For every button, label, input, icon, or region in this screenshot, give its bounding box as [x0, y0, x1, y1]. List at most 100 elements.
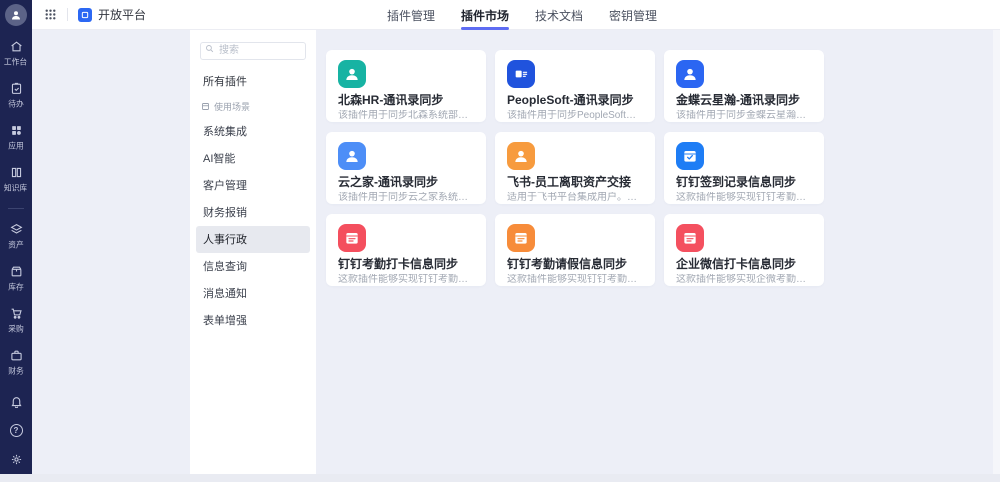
category-item-hr-admin[interactable]: 人事行政 [196, 225, 310, 253]
plugin-icon [676, 142, 704, 170]
briefcase-icon [10, 350, 22, 361]
plugin-desc: 该插件用于同步PeopleSoft通讯录信息、部门 [507, 110, 643, 121]
tab-plugin-market[interactable]: 插件市场 [461, 0, 510, 30]
plugin-desc: 这款插件能够实现钉钉考勤系统中签到数据 [676, 192, 812, 203]
plugin-icon [338, 142, 366, 170]
rail-item-purchase[interactable]: 采购 [0, 307, 32, 335]
rail-item-finance[interactable]: 财务 [0, 349, 32, 377]
category-section-label: 使用场景 [214, 102, 251, 112]
scene-icon [202, 103, 209, 110]
left-nav-rail: 工作台 待办 应用 知识库 资产 库存 采购 财务 ? [0, 0, 32, 474]
plugin-desc: 这款插件能够实现钉钉考勤系统中的打卡数据 [338, 274, 474, 285]
category-item-crm[interactable]: 客户管理 [196, 172, 310, 199]
topbar: 开放平台 插件管理 插件市场 技术文档 密钥管理 [32, 0, 1000, 30]
waffle-menu-icon[interactable] [44, 8, 57, 21]
calendar-icon [346, 233, 358, 244]
tab-tech-docs[interactable]: 技术文档 [535, 0, 583, 30]
category-item-system-integration[interactable]: 系统集成 [196, 118, 310, 145]
plugin-title: 云之家-通讯录同步 [338, 175, 438, 189]
plugin-icon [676, 224, 704, 252]
plugin-title: 北森HR-通讯录同步 [338, 93, 444, 107]
plugin-icon [338, 60, 366, 88]
peoplesoft-logo-icon [515, 70, 528, 78]
plugin-icon [338, 224, 366, 252]
rail-item-inventory[interactable]: 库存 [0, 265, 32, 293]
calendar-check-icon [684, 151, 696, 162]
plugin-desc: 该插件用于同步北森系统部门信息、人员信息 [338, 110, 474, 121]
calendar-icon [515, 233, 527, 244]
top-tabs: 插件管理 插件市场 技术文档 密钥管理 [387, 0, 657, 30]
plugin-card-beisen-hr[interactable]: 北森HR-通讯录同步 该插件用于同步北森系统部门信息、人员信息 [326, 50, 486, 122]
category-item-ai[interactable]: AI智能 [196, 145, 310, 172]
plugin-desc: 该插件用于同步云之家系统部门信息、人员 [338, 192, 474, 203]
category-item-notification[interactable]: 消息通知 [196, 280, 310, 307]
help-icon[interactable]: ? [9, 424, 23, 437]
plugin-card-yunzhijia[interactable]: 云之家-通讯录同步 该插件用于同步云之家系统部门信息、人员 [326, 132, 486, 204]
plugin-card-kingdee[interactable]: 金蝶云星瀚-通讯录同步 该插件用于同步金蝶云星瀚部门信息、人员 [664, 50, 824, 122]
contacts-person-icon [684, 68, 696, 80]
rail-item-label: 财务 [8, 366, 24, 376]
user-avatar[interactable] [5, 4, 27, 26]
plugin-desc: 这款插件能够实现企微考勤系统中的打卡数据 [676, 274, 812, 285]
plugin-card-feishu-asset[interactable]: 飞书-员工离职资产交接 适用于飞书平台集成用户。当有员工在飞书 [495, 132, 655, 204]
plugin-desc: 该插件用于同步金蝶云星瀚部门信息、人员 [676, 110, 812, 121]
plugin-icon [507, 224, 535, 252]
apps-grid-icon [11, 126, 21, 135]
search-input[interactable] [200, 41, 306, 60]
bell-icon[interactable] [10, 395, 23, 408]
rail-divider [8, 208, 24, 209]
person-icon [12, 11, 20, 20]
category-all-plugins[interactable]: 所有插件 [190, 68, 316, 94]
plugin-card-dingtalk-punch[interactable]: 钉钉考勤打卡信息同步 这款插件能够实现钉钉考勤系统中的打卡数据 [326, 214, 486, 286]
category-item-info-query[interactable]: 信息查询 [196, 253, 310, 280]
rail-item-workbench[interactable]: 工作台 [0, 40, 32, 68]
vertical-scrollbar[interactable] [993, 30, 1000, 474]
open-platform-logo-icon [78, 7, 92, 22]
plugin-card-wecom-punch[interactable]: 企业微信打卡信息同步 这款插件能够实现企微考勤系统中的打卡数据 [664, 214, 824, 286]
rail-item-knowledge[interactable]: 知识库 [0, 166, 32, 194]
category-item-finance[interactable]: 财务报销 [196, 199, 310, 226]
contacts-person-icon [515, 150, 527, 162]
rail-item-label: 工作台 [4, 57, 28, 67]
rail-item-todo[interactable]: 待办 [0, 82, 32, 110]
rail-item-label: 资产 [8, 240, 24, 250]
home-icon [10, 41, 22, 52]
plugin-title: 钉钉考勤请假信息同步 [507, 257, 628, 271]
rail-item-label: 知识库 [4, 183, 28, 193]
rail-item-label: 待办 [8, 99, 24, 109]
gear-icon[interactable] [10, 453, 23, 466]
rail-item-assets[interactable]: 资产 [0, 223, 32, 251]
rail-item-label: 采购 [8, 324, 24, 334]
plugin-card-dingtalk-checkin[interactable]: 钉钉签到记录信息同步 这款插件能够实现钉钉考勤系统中签到数据 [664, 132, 824, 204]
rail-item-apps[interactable]: 应用 [0, 124, 32, 152]
plugin-card-peoplesoft[interactable]: PeopleSoft-通讯录同步 该插件用于同步PeopleSoft通讯录信息、… [495, 50, 655, 122]
plugin-icon [676, 60, 704, 88]
plugin-desc: 这款插件能够实现钉钉考勤系统中的请假数据 [507, 274, 643, 285]
plugin-title: 飞书-员工离职资产交接 [507, 175, 631, 189]
main-content: 所有插件 使用场景 系统集成 AI智能 客户管理 财务报销 人事行政 信息查询 … [32, 30, 1000, 474]
tab-key-management[interactable]: 密钥管理 [609, 0, 657, 30]
plugin-card-dingtalk-leave[interactable]: 钉钉考勤请假信息同步 这款插件能够实现钉钉考勤系统中的请假数据 [495, 214, 655, 286]
plugin-icon [507, 60, 535, 88]
rail-item-label: 应用 [8, 141, 24, 151]
plugin-title: 金蝶云星瀚-通讯录同步 [676, 93, 800, 107]
cart-icon [11, 308, 22, 319]
layers-icon [10, 224, 22, 234]
logo-glyph [81, 11, 89, 18]
plugin-card-grid: 北森HR-通讯录同步 该插件用于同步北森系统部门信息、人员信息 PeopleSo… [326, 50, 824, 286]
category-item-form-enhance[interactable]: 表单增强 [196, 307, 310, 334]
book-icon [11, 167, 21, 178]
tab-plugin-management[interactable]: 插件管理 [387, 0, 435, 30]
search-icon [206, 45, 214, 53]
rail-bottom-icons: ? [0, 395, 32, 466]
category-section-header: 使用场景 [190, 96, 316, 118]
calendar-icon [684, 233, 696, 244]
plugin-title: 钉钉签到记录信息同步 [676, 175, 797, 189]
plugin-icon [507, 142, 535, 170]
plugin-title: 企业微信打卡信息同步 [676, 257, 797, 271]
rail-item-label: 库存 [8, 282, 24, 292]
plugin-title: 钉钉考勤打卡信息同步 [338, 257, 459, 271]
app-title: 开放平台 [98, 8, 147, 22]
search-box [200, 40, 306, 60]
horizontal-scrollbar[interactable] [0, 474, 1000, 482]
